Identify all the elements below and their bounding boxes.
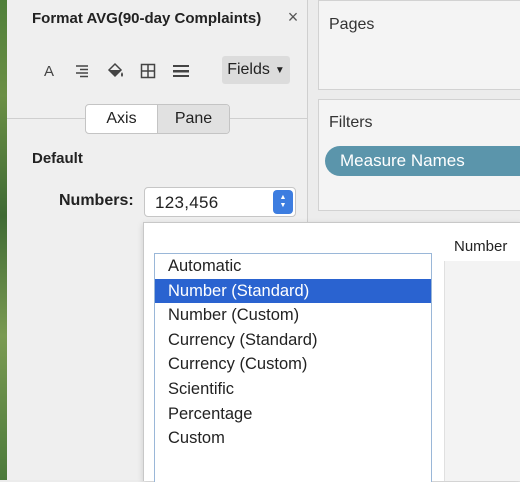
- font-glyph: A: [43, 62, 54, 80]
- list-item-number-custom[interactable]: Number (Custom): [155, 303, 431, 328]
- chevron-down-icon: ▼: [274, 64, 285, 76]
- preview-area: [444, 261, 520, 481]
- section-heading: Default: [32, 150, 83, 167]
- list-item-number-standard[interactable]: Number (Standard): [155, 278, 431, 304]
- borders-icon[interactable]: [136, 58, 160, 84]
- fields-label: Fields: [227, 61, 270, 78]
- numbers-select[interactable]: 123,456 ▲ ▼: [144, 187, 296, 217]
- list-item-automatic[interactable]: Automatic: [155, 254, 431, 279]
- shading-icon[interactable]: [103, 58, 127, 84]
- fields-dropdown[interactable]: Fields ▼: [222, 56, 290, 84]
- filters-title: Filters: [329, 114, 373, 131]
- background-window-edge: [0, 0, 7, 480]
- list-item-percentage[interactable]: Percentage: [155, 402, 431, 427]
- tab-axis[interactable]: Axis: [86, 105, 157, 133]
- pane-title: Format AVG(90-day Complaints): [32, 10, 262, 27]
- list-item-currency-custom[interactable]: Currency (Custom): [155, 352, 431, 377]
- numbers-value: 123,456: [155, 193, 219, 212]
- tab-pane[interactable]: Pane: [157, 105, 229, 133]
- pages-shelf[interactable]: Pages: [318, 0, 520, 90]
- chevron-down-icon: ▼: [279, 202, 287, 209]
- chevron-up-icon: ▲: [279, 194, 287, 201]
- lines-icon[interactable]: [169, 58, 193, 84]
- number-format-popup: Automatic Number (Standard) Number (Cust…: [143, 222, 520, 482]
- font-icon[interactable]: A: [37, 58, 61, 84]
- close-button[interactable]: ×: [285, 8, 301, 26]
- alignment-icon[interactable]: [70, 58, 94, 84]
- pages-title: Pages: [329, 16, 375, 33]
- preview-label: Number: [454, 238, 508, 255]
- measure-names-pill[interactable]: Measure Names: [325, 146, 520, 176]
- list-item-currency-standard[interactable]: Currency (Standard): [155, 328, 431, 353]
- list-item-scientific[interactable]: Scientific: [155, 377, 431, 402]
- list-item-custom[interactable]: Custom: [155, 426, 431, 451]
- number-format-list[interactable]: Automatic Number (Standard) Number (Cust…: [154, 253, 432, 482]
- axis-pane-tabs: Axis Pane: [85, 104, 230, 134]
- select-stepper-icon: ▲ ▼: [273, 190, 293, 214]
- numbers-label: Numbers:: [59, 192, 134, 209]
